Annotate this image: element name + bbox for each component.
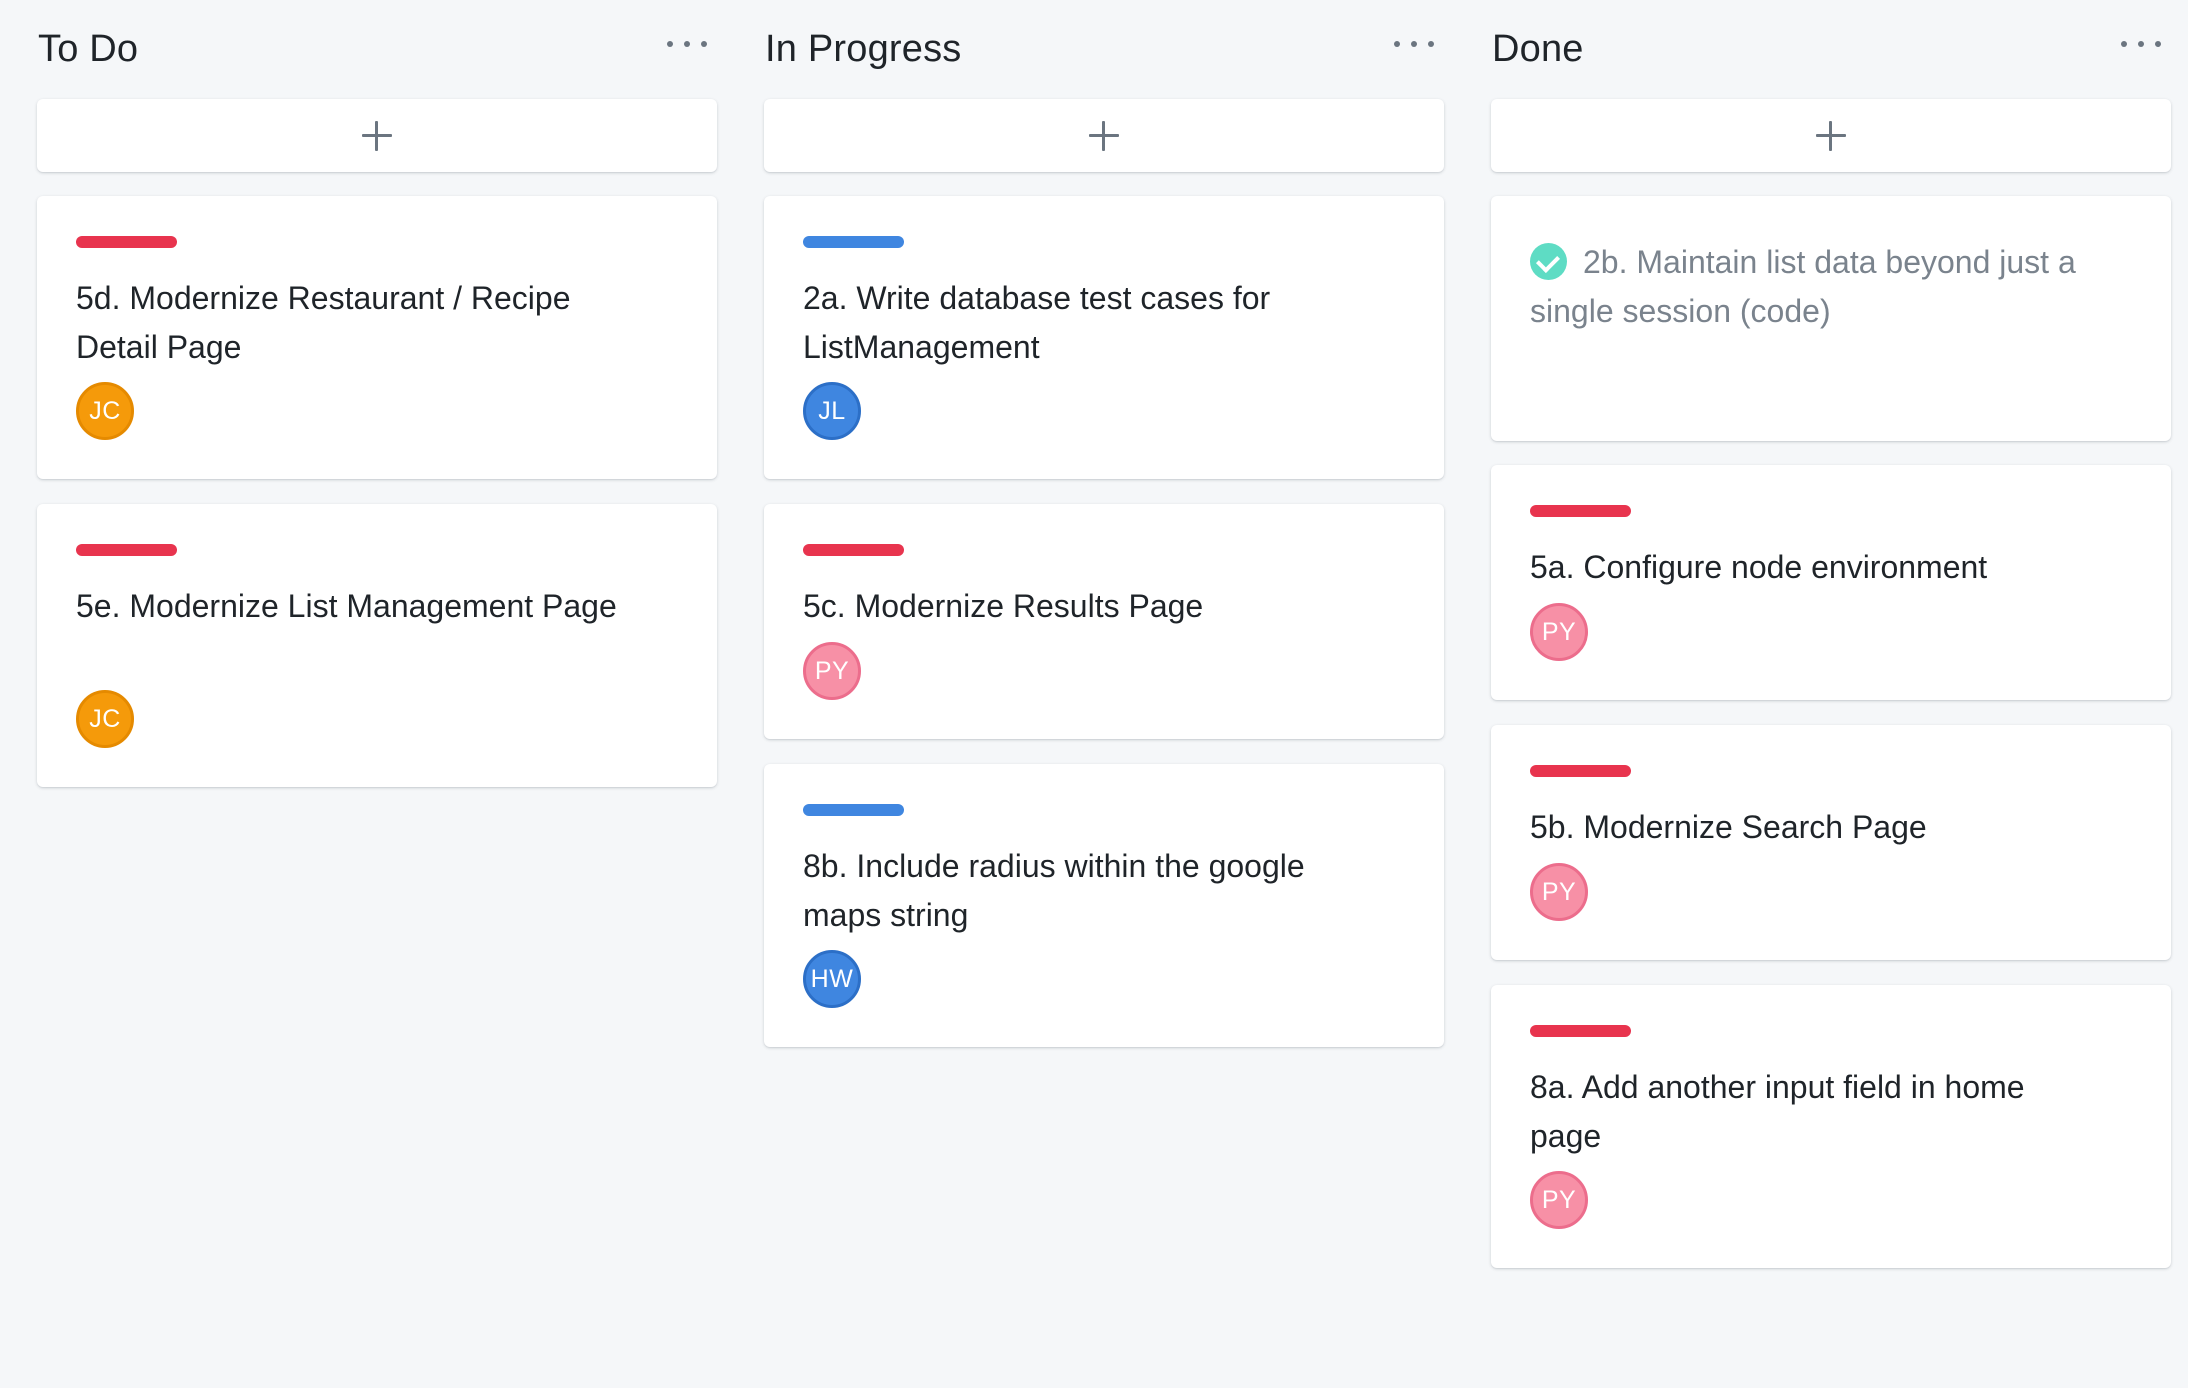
task-card[interactable]: 2a. Write database test cases for ListMa… — [764, 196, 1444, 479]
kanban-board: To Do 5d. Modernize Restaurant / Recipe … — [0, 0, 2188, 1388]
card-title: 2b. Maintain list data beyond just a sin… — [1530, 244, 2076, 329]
card-title: 5d. Modernize Restaurant / Recipe Detail… — [76, 280, 571, 365]
plus-icon — [1816, 120, 1846, 151]
add-card-button[interactable] — [1491, 99, 2171, 172]
task-card[interactable]: 5e. Modernize List Management Page JC — [37, 504, 717, 787]
column-in-progress: In Progress 2a. Write database test case… — [764, 0, 1444, 1047]
task-card[interactable]: 8a. Add another input field in home page… — [1491, 985, 2171, 1268]
column-title: In Progress — [765, 28, 962, 70]
task-card[interactable]: 5b. Modernize Search Page PY — [1491, 725, 2171, 960]
card-label — [1530, 1025, 1631, 1037]
task-card-completed[interactable]: 2b. Maintain list data beyond just a sin… — [1491, 196, 2171, 441]
column-header: To Do — [37, 0, 717, 100]
card-title: 8a. Add another input field in home page — [1530, 1069, 2025, 1154]
plus-icon — [362, 120, 392, 151]
card-title: 8b. Include radius within the google map… — [803, 848, 1305, 933]
card-title: 5a. Configure node environment — [1530, 549, 1988, 585]
more-options-icon[interactable] — [1394, 36, 1434, 52]
check-circle-icon — [1530, 243, 1567, 280]
card-label — [1530, 765, 1631, 777]
avatar[interactable]: JC — [76, 382, 134, 440]
avatar[interactable]: PY — [1530, 603, 1588, 661]
avatar[interactable]: JC — [76, 690, 134, 748]
card-label — [803, 236, 904, 248]
plus-icon — [1089, 120, 1119, 151]
column-header: In Progress — [764, 0, 1444, 100]
column-header: Done — [1491, 0, 2171, 100]
avatar[interactable]: PY — [803, 642, 861, 700]
add-card-button[interactable] — [37, 99, 717, 172]
card-label — [76, 544, 177, 556]
column-done: Done 2b. Maintain list data beyond just … — [1491, 0, 2171, 1268]
more-options-icon[interactable] — [2121, 36, 2161, 52]
card-title-completed: 2b. Maintain list data beyond just a sin… — [1530, 238, 2090, 336]
card-label — [76, 236, 177, 248]
task-card[interactable]: 5d. Modernize Restaurant / Recipe Detail… — [37, 196, 717, 479]
column-title: To Do — [38, 28, 139, 70]
task-card[interactable]: 8b. Include radius within the google map… — [764, 764, 1444, 1047]
task-card[interactable]: 5a. Configure node environment PY — [1491, 465, 2171, 700]
card-title: 2a. Write database test cases for ListMa… — [803, 280, 1271, 365]
add-card-button[interactable] — [764, 99, 1444, 172]
avatar[interactable]: HW — [803, 950, 861, 1008]
card-title: 5e. Modernize List Management Page — [76, 588, 617, 624]
more-options-icon[interactable] — [667, 36, 707, 52]
avatar[interactable]: PY — [1530, 863, 1588, 921]
column-to-do: To Do 5d. Modernize Restaurant / Recipe … — [37, 0, 717, 787]
avatar[interactable]: PY — [1530, 1171, 1588, 1229]
avatar[interactable]: JL — [803, 382, 861, 440]
card-label — [803, 804, 904, 816]
card-label — [803, 544, 904, 556]
card-label — [1530, 505, 1631, 517]
card-title: 5c. Modernize Results Page — [803, 588, 1204, 624]
column-title: Done — [1492, 28, 1584, 70]
card-title: 5b. Modernize Search Page — [1530, 809, 1927, 845]
task-card[interactable]: 5c. Modernize Results Page PY — [764, 504, 1444, 739]
